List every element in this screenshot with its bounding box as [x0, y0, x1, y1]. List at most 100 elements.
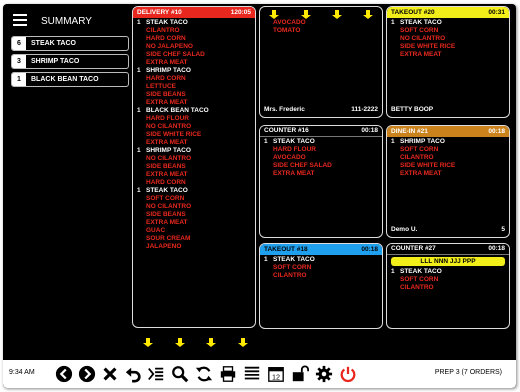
scroll-down-icon[interactable]	[301, 10, 311, 19]
refresh-icon[interactable]	[195, 365, 213, 383]
item-qty: 1	[264, 256, 268, 263]
summary-title: SUMMARY	[41, 16, 92, 27]
modifier: EXTRA MEAT	[146, 139, 188, 146]
item-name: STEAK TACO	[273, 256, 315, 263]
order-line[interactable]: 1 SHRIMP TACO	[137, 67, 251, 75]
power-icon[interactable]	[339, 365, 357, 383]
summary-count: 3	[12, 55, 26, 68]
order-line[interactable]: 1 SHRIMP TACO	[137, 147, 251, 155]
ticket-timer: 00:18	[361, 245, 378, 253]
ticket-header: COUNTER #27 00:18	[387, 244, 509, 255]
item-name: BLACK BEAN TACO	[146, 107, 209, 114]
scroll-down-icon[interactable]	[206, 338, 216, 347]
summary-item[interactable]: 6 STEAK TACO	[11, 36, 129, 51]
summary-panel: SUMMARY 6 STEAK TACO 3 SHRIMP TACO 1 BLA…	[7, 8, 129, 358]
ticket-header: DELIVERY #10 120:05	[133, 7, 255, 18]
ticket-timer: 00:18	[361, 127, 378, 134]
ticket-continued[interactable]: AVOCADO TOMATO Mrs. Frederic 111-2222	[259, 6, 383, 118]
close-icon[interactable]	[101, 365, 119, 383]
modifier: SIDE WHITE RICE	[400, 162, 456, 169]
menu-icon[interactable]	[13, 14, 27, 26]
ticket-counter-16[interactable]: COUNTER #16 00:18 1 STEAK TACO HARD FLOUR A…	[259, 125, 383, 238]
search-icon[interactable]	[171, 365, 189, 383]
customer-phone: 111-2222	[351, 106, 378, 113]
order-line[interactable]: 1 STEAK TACO	[264, 256, 378, 264]
ticket-timer: 120:05	[230, 8, 251, 16]
ticket-delivery-10[interactable]: DELIVERY #10 120:05 1 STEAK TACO CILANTRO H…	[132, 6, 256, 328]
undo-icon[interactable]	[124, 365, 142, 383]
modifier: SOFT CORN	[400, 27, 439, 34]
item-name: STEAK TACO	[273, 138, 315, 145]
ticket-timer: 00:18	[488, 127, 505, 135]
next-icon[interactable]	[78, 365, 96, 383]
ticket-title: COUNTER #16	[264, 127, 309, 134]
modifier: LETTUCE	[146, 83, 176, 90]
modifier: HARD CORN	[146, 75, 186, 82]
modifier: SIDE BEANS	[146, 211, 186, 218]
modifier: AVOCADO	[273, 19, 306, 26]
unlock-icon[interactable]	[291, 365, 309, 383]
modifier: HARD CORN	[146, 179, 186, 186]
calendar-day: 12	[272, 372, 280, 381]
item-name: STEAK TACO	[146, 19, 188, 26]
summary-item[interactable]: 3 SHRIMP TACO	[11, 54, 129, 69]
list-icon[interactable]	[243, 365, 261, 383]
ticket-body: 1 STEAK TACO SOFT CORN CILANTRO	[260, 255, 382, 281]
ticket-title: TAKEOUT #20	[391, 8, 435, 16]
modifier: EXTRA MEAT	[146, 99, 188, 106]
order-line[interactable]: 1 STEAK TACO	[137, 187, 251, 195]
scroll-down-icon[interactable]	[238, 338, 248, 347]
order-line[interactable]: 1 STEAK TACO	[391, 268, 505, 276]
order-line[interactable]: 1 STEAK TACO	[264, 138, 378, 146]
prev-icon[interactable]	[55, 365, 73, 383]
scroll-down-icon[interactable]	[143, 338, 153, 347]
ticket-body: 1 SHRIMP TACO SOFT CORN CILANTRO SIDE WHITE …	[387, 137, 509, 179]
modifier: EXTRA MEAT	[400, 51, 442, 58]
summary-label: SHRIMP TACO	[31, 58, 80, 65]
modifier: SIDE BEANS	[146, 163, 186, 170]
order-line[interactable]: 1 SHRIMP TACO	[391, 138, 505, 146]
item-name: STEAK TACO	[400, 268, 442, 275]
status-text: PREP 3 (7 ORDERS)	[434, 369, 502, 376]
ticket-counter-27[interactable]: COUNTER #27 00:18 LLL NNN JJJ PPP 1 STEAK…	[386, 243, 510, 329]
order-line[interactable]: 1 STEAK TACO	[137, 19, 251, 27]
calendar-icon[interactable]: 12	[267, 365, 285, 383]
summary-count: 6	[12, 37, 26, 50]
modifier: NO JALAPENO	[146, 43, 193, 50]
modifier: CILANTRO	[146, 27, 180, 34]
clock: 9:34 AM	[9, 369, 35, 376]
order-line[interactable]: 1 STEAK TACO	[391, 19, 505, 27]
modifier: NO CILANTRO	[400, 35, 446, 42]
customer-name: Mrs. Frederic	[264, 106, 305, 113]
modifier: EXTRA MEAT	[400, 170, 442, 177]
scroll-down-icon[interactable]	[332, 10, 342, 19]
ticket-body: 1 STEAK TACO SOFT CORN CILANTRO	[387, 267, 509, 293]
ticket-header: TAKEOUT #18 00:18	[260, 244, 382, 255]
item-qty: 1	[137, 107, 141, 114]
ticket-body: 1 STEAK TACO HARD FLOUR AVOCADO SIDE CHEF SA…	[260, 137, 382, 179]
ticket-timer: 00:31	[488, 8, 505, 16]
item-qty: 1	[137, 67, 141, 74]
ticket-takeout-20[interactable]: TAKEOUT #20 00:31 1 STEAK TACO SOFT CORN NO…	[386, 6, 510, 118]
item-qty: 1	[137, 187, 141, 194]
scroll-down-icon[interactable]	[175, 338, 185, 347]
modifier: SIDE BEANS	[146, 91, 186, 98]
modifier: EXTRA MEAT	[146, 219, 188, 226]
ticket-dine-in-21[interactable]: DINE-IN #21 00:18 1 SHRIMP TACO SOFT CORN C…	[386, 125, 510, 238]
ticket-timer: 00:18	[488, 245, 505, 252]
modifier: EXTRA MEAT	[146, 171, 188, 178]
summary-item[interactable]: 1 BLACK BEAN TACO	[11, 72, 129, 87]
scroll-down-icon[interactable]	[363, 10, 373, 19]
item-name: SHRIMP TACO	[146, 147, 191, 154]
ticket-header: COUNTER #16 00:18	[260, 126, 382, 137]
print-icon[interactable]	[219, 365, 237, 383]
gear-icon[interactable]	[315, 365, 333, 383]
modifier: SOUR CREAM	[146, 235, 191, 242]
modifier: CILANTRO	[400, 154, 434, 161]
sum-icon[interactable]	[147, 365, 165, 383]
modifier: NO CILANTRO	[146, 155, 192, 162]
order-line[interactable]: 1 BLACK BEAN TACO	[137, 107, 251, 115]
scroll-down-icon[interactable]	[269, 10, 279, 19]
ticket-takeout-18[interactable]: TAKEOUT #18 00:18 1 STEAK TACO SOFT CORN CI…	[259, 243, 383, 329]
guest-count: 5	[501, 226, 505, 233]
